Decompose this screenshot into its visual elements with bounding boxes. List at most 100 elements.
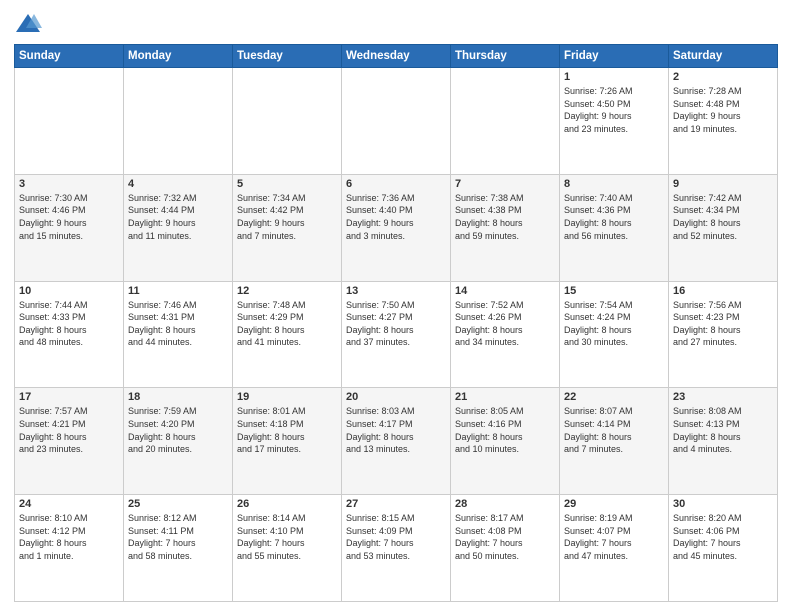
day-number: 22 — [564, 391, 664, 403]
day-number: 27 — [346, 498, 446, 510]
day-cell: 3 Sunrise: 7:30 AM Sunset: 4:46 PM Daylig… — [15, 174, 124, 281]
day-number: 28 — [455, 498, 555, 510]
day-cell: 29 Sunrise: 8:19 AM Sunset: 4:07 PM Dayli… — [560, 495, 669, 602]
day-info: Sunrise: 7:56 AM Sunset: 4:23 PM Dayligh… — [673, 299, 773, 349]
day-info: Sunrise: 8:19 AM Sunset: 4:07 PM Dayligh… — [564, 512, 664, 562]
day-info: Sunrise: 8:08 AM Sunset: 4:13 PM Dayligh… — [673, 405, 773, 455]
day-cell: 17 Sunrise: 7:57 AM Sunset: 4:21 PM Dayli… — [15, 388, 124, 495]
day-cell: 19 Sunrise: 8:01 AM Sunset: 4:18 PM Dayli… — [233, 388, 342, 495]
day-number: 12 — [237, 285, 337, 297]
col-header-tuesday: Tuesday — [233, 45, 342, 68]
day-number: 11 — [128, 285, 228, 297]
week-row-4: 17 Sunrise: 7:57 AM Sunset: 4:21 PM Dayli… — [15, 388, 778, 495]
day-number: 3 — [19, 178, 119, 190]
day-info: Sunrise: 7:44 AM Sunset: 4:33 PM Dayligh… — [19, 299, 119, 349]
day-info: Sunrise: 7:42 AM Sunset: 4:34 PM Dayligh… — [673, 192, 773, 242]
day-info: Sunrise: 7:40 AM Sunset: 4:36 PM Dayligh… — [564, 192, 664, 242]
day-info: Sunrise: 7:26 AM Sunset: 4:50 PM Dayligh… — [564, 85, 664, 135]
day-info: Sunrise: 8:17 AM Sunset: 4:08 PM Dayligh… — [455, 512, 555, 562]
day-number: 19 — [237, 391, 337, 403]
day-cell: 22 Sunrise: 8:07 AM Sunset: 4:14 PM Dayli… — [560, 388, 669, 495]
day-cell: 12 Sunrise: 7:48 AM Sunset: 4:29 PM Dayli… — [233, 281, 342, 388]
col-header-wednesday: Wednesday — [342, 45, 451, 68]
day-number: 26 — [237, 498, 337, 510]
day-cell: 21 Sunrise: 8:05 AM Sunset: 4:16 PM Dayli… — [451, 388, 560, 495]
day-info: Sunrise: 8:15 AM Sunset: 4:09 PM Dayligh… — [346, 512, 446, 562]
day-number: 7 — [455, 178, 555, 190]
day-cell: 20 Sunrise: 8:03 AM Sunset: 4:17 PM Dayli… — [342, 388, 451, 495]
day-cell — [233, 68, 342, 175]
day-info: Sunrise: 8:14 AM Sunset: 4:10 PM Dayligh… — [237, 512, 337, 562]
day-number: 21 — [455, 391, 555, 403]
day-cell — [451, 68, 560, 175]
day-info: Sunrise: 8:03 AM Sunset: 4:17 PM Dayligh… — [346, 405, 446, 455]
day-info: Sunrise: 8:07 AM Sunset: 4:14 PM Dayligh… — [564, 405, 664, 455]
week-row-3: 10Sunrise: 7:44 AM Sunset: 4:33 PM Dayli… — [15, 281, 778, 388]
day-number: 17 — [19, 391, 119, 403]
day-cell: 16 Sunrise: 7:56 AM Sunset: 4:23 PM Dayli… — [669, 281, 778, 388]
col-header-thursday: Thursday — [451, 45, 560, 68]
page: SundayMondayTuesdayWednesdayThursdayFrid… — [0, 0, 792, 612]
day-cell: 1 Sunrise: 7:26 AM Sunset: 4:50 PM Daylig… — [560, 68, 669, 175]
calendar-table: SundayMondayTuesdayWednesdayThursdayFrid… — [14, 44, 778, 602]
day-cell — [15, 68, 124, 175]
day-info: Sunrise: 8:10 AM Sunset: 4:12 PM Dayligh… — [19, 512, 119, 562]
logo-icon — [14, 10, 42, 38]
week-row-5: 24 Sunrise: 8:10 AM Sunset: 4:12 PM Dayli… — [15, 495, 778, 602]
day-cell: 6Sunrise: 7:36 AM Sunset: 4:40 PM Daylig… — [342, 174, 451, 281]
day-cell: 23 Sunrise: 8:08 AM Sunset: 4:13 PM Dayli… — [669, 388, 778, 495]
day-cell: 14 Sunrise: 7:52 AM Sunset: 4:26 PM Dayli… — [451, 281, 560, 388]
day-info: Sunrise: 7:46 AM Sunset: 4:31 PM Dayligh… — [128, 299, 228, 349]
col-header-friday: Friday — [560, 45, 669, 68]
day-info: Sunrise: 7:48 AM Sunset: 4:29 PM Dayligh… — [237, 299, 337, 349]
day-cell: 7 Sunrise: 7:38 AM Sunset: 4:38 PM Daylig… — [451, 174, 560, 281]
day-cell: 4 Sunrise: 7:32 AM Sunset: 4:44 PM Daylig… — [124, 174, 233, 281]
day-info: Sunrise: 7:30 AM Sunset: 4:46 PM Dayligh… — [19, 192, 119, 242]
day-number: 24 — [19, 498, 119, 510]
day-number: 14 — [455, 285, 555, 297]
day-info: Sunrise: 8:20 AM Sunset: 4:06 PM Dayligh… — [673, 512, 773, 562]
day-number: 2 — [673, 71, 773, 83]
day-number: 20 — [346, 391, 446, 403]
day-number: 29 — [564, 498, 664, 510]
day-cell: 26 Sunrise: 8:14 AM Sunset: 4:10 PM Dayli… — [233, 495, 342, 602]
day-cell: 5Sunrise: 7:34 AM Sunset: 4:42 PM Daylig… — [233, 174, 342, 281]
day-cell: 30 Sunrise: 8:20 AM Sunset: 4:06 PM Dayli… — [669, 495, 778, 602]
day-cell: 15 Sunrise: 7:54 AM Sunset: 4:24 PM Dayli… — [560, 281, 669, 388]
day-number: 23 — [673, 391, 773, 403]
day-cell: 24 Sunrise: 8:10 AM Sunset: 4:12 PM Dayli… — [15, 495, 124, 602]
day-number: 1 — [564, 71, 664, 83]
col-header-saturday: Saturday — [669, 45, 778, 68]
week-row-2: 3 Sunrise: 7:30 AM Sunset: 4:46 PM Daylig… — [15, 174, 778, 281]
day-cell: 8Sunrise: 7:40 AM Sunset: 4:36 PM Daylig… — [560, 174, 669, 281]
col-header-monday: Monday — [124, 45, 233, 68]
day-info: Sunrise: 7:57 AM Sunset: 4:21 PM Dayligh… — [19, 405, 119, 455]
calendar-header-row: SundayMondayTuesdayWednesdayThursdayFrid… — [15, 45, 778, 68]
day-cell: 27 Sunrise: 8:15 AM Sunset: 4:09 PM Dayli… — [342, 495, 451, 602]
day-info: Sunrise: 7:50 AM Sunset: 4:27 PM Dayligh… — [346, 299, 446, 349]
day-info: Sunrise: 7:38 AM Sunset: 4:38 PM Dayligh… — [455, 192, 555, 242]
day-info: Sunrise: 8:01 AM Sunset: 4:18 PM Dayligh… — [237, 405, 337, 455]
day-number: 9 — [673, 178, 773, 190]
day-cell: 25 Sunrise: 8:12 AM Sunset: 4:11 PM Dayli… — [124, 495, 233, 602]
day-cell: 13Sunrise: 7:50 AM Sunset: 4:27 PM Dayli… — [342, 281, 451, 388]
day-number: 16 — [673, 285, 773, 297]
day-info: Sunrise: 8:05 AM Sunset: 4:16 PM Dayligh… — [455, 405, 555, 455]
day-info: Sunrise: 8:12 AM Sunset: 4:11 PM Dayligh… — [128, 512, 228, 562]
day-info: Sunrise: 7:52 AM Sunset: 4:26 PM Dayligh… — [455, 299, 555, 349]
day-number: 30 — [673, 498, 773, 510]
day-info: Sunrise: 7:59 AM Sunset: 4:20 PM Dayligh… — [128, 405, 228, 455]
logo — [14, 10, 46, 38]
day-cell: 18 Sunrise: 7:59 AM Sunset: 4:20 PM Dayli… — [124, 388, 233, 495]
day-cell: 10Sunrise: 7:44 AM Sunset: 4:33 PM Dayli… — [15, 281, 124, 388]
day-number: 15 — [564, 285, 664, 297]
day-number: 4 — [128, 178, 228, 190]
day-number: 6 — [346, 178, 446, 190]
day-info: Sunrise: 7:54 AM Sunset: 4:24 PM Dayligh… — [564, 299, 664, 349]
day-number: 25 — [128, 498, 228, 510]
col-header-sunday: Sunday — [15, 45, 124, 68]
day-info: Sunrise: 7:32 AM Sunset: 4:44 PM Dayligh… — [128, 192, 228, 242]
day-info: Sunrise: 7:34 AM Sunset: 4:42 PM Dayligh… — [237, 192, 337, 242]
day-number: 18 — [128, 391, 228, 403]
week-row-1: 1 Sunrise: 7:26 AM Sunset: 4:50 PM Daylig… — [15, 68, 778, 175]
